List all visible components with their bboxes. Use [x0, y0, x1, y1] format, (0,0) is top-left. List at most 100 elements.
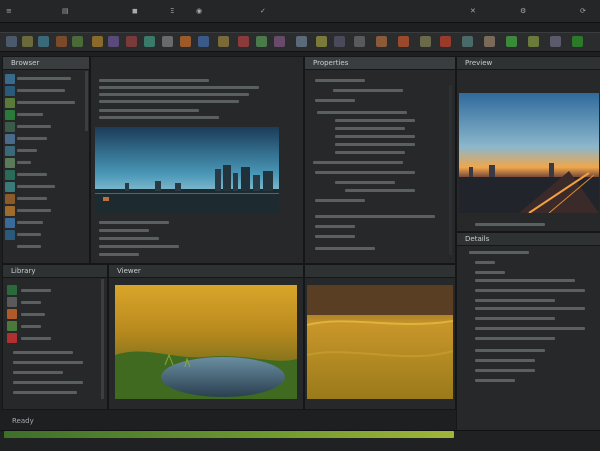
prop-line	[313, 161, 403, 164]
item-icon	[5, 122, 15, 132]
tool-icon[interactable]	[506, 36, 517, 47]
tool-icon[interactable]	[180, 36, 191, 47]
tool-icon[interactable]	[162, 36, 173, 47]
right-panel-header: Preview	[457, 57, 600, 70]
item-icon	[5, 98, 15, 108]
scrollbar[interactable]	[449, 85, 452, 255]
text-line	[99, 93, 249, 96]
menu-item-8[interactable]: ⚙	[520, 7, 526, 15]
list-item[interactable]	[13, 351, 73, 354]
tool-icon[interactable]	[354, 36, 365, 47]
item-icon	[5, 158, 15, 168]
scrollbar[interactable]	[101, 279, 104, 399]
tool-icon[interactable]	[550, 36, 561, 47]
detail-line	[475, 359, 535, 362]
list-item[interactable]	[17, 209, 51, 212]
menu-item-3[interactable]: ◼	[132, 7, 138, 15]
menu-item-2[interactable]: ▤	[62, 7, 69, 15]
prop-line	[345, 189, 415, 192]
detail-line	[475, 307, 585, 310]
text-line	[99, 237, 159, 240]
list-item[interactable]	[21, 313, 45, 316]
menu-item-9[interactable]: ⟳	[580, 7, 586, 15]
menu-item-6[interactable]: ✓	[260, 7, 266, 15]
text-line	[99, 109, 199, 112]
list-item[interactable]	[17, 245, 41, 248]
scrollbar[interactable]	[85, 71, 88, 131]
tool-icon[interactable]	[274, 36, 285, 47]
prop-line	[315, 235, 355, 238]
list-item[interactable]	[21, 337, 51, 340]
menu-item-4[interactable]: Ξ	[170, 7, 174, 15]
tool-icon[interactable]	[218, 36, 229, 47]
tool-icon[interactable]	[440, 36, 451, 47]
tool-icon[interactable]	[398, 36, 409, 47]
toolbar	[0, 32, 600, 52]
item-icon	[5, 86, 15, 96]
viewer-b-header	[305, 265, 455, 278]
tool-icon[interactable]	[38, 36, 49, 47]
tool-icon[interactable]	[108, 36, 119, 47]
tool-icon[interactable]	[198, 36, 209, 47]
tool-icon[interactable]	[126, 36, 137, 47]
middle-panel: Properties	[304, 56, 456, 264]
list-item[interactable]	[17, 113, 43, 116]
tool-icon[interactable]	[56, 36, 67, 47]
tool-icon[interactable]	[72, 36, 83, 47]
list-item[interactable]	[17, 185, 55, 188]
tool-icon[interactable]	[92, 36, 103, 47]
list-item[interactable]	[17, 89, 65, 92]
list-item[interactable]	[17, 221, 43, 224]
text-line	[99, 229, 149, 232]
list-item[interactable]	[17, 233, 41, 236]
list-item[interactable]	[17, 77, 71, 80]
detail-line	[475, 279, 575, 282]
detail-line	[475, 317, 555, 320]
left-panel: Browser	[2, 56, 90, 264]
list-item[interactable]	[21, 301, 41, 304]
left-panel-title: Browser	[11, 59, 40, 67]
list-item[interactable]	[17, 137, 47, 140]
menu-bar: ≡ ▤ ◼ Ξ ◉ ✓ ✕ ⚙ ⟳	[0, 0, 600, 23]
tool-icon[interactable]	[22, 36, 33, 47]
list-item[interactable]	[17, 149, 37, 152]
tool-icon[interactable]	[376, 36, 387, 47]
list-item[interactable]	[17, 173, 47, 176]
prop-line	[335, 151, 405, 154]
prop-line	[335, 119, 415, 122]
list-item[interactable]	[17, 101, 75, 104]
list-item[interactable]	[13, 381, 83, 384]
list-item[interactable]	[17, 161, 31, 164]
text-line	[99, 79, 209, 82]
tool-icon[interactable]	[484, 36, 495, 47]
tool-icon[interactable]	[572, 36, 583, 47]
list-item[interactable]	[21, 289, 51, 292]
menu-item-5[interactable]: ◉	[196, 7, 202, 15]
library-panel: Library	[2, 264, 108, 410]
tool-icon[interactable]	[256, 36, 267, 47]
menu-item-7[interactable]: ✕	[470, 7, 476, 15]
tool-icon[interactable]	[316, 36, 327, 47]
tool-icon[interactable]	[528, 36, 539, 47]
prop-line	[315, 247, 375, 250]
list-item[interactable]	[17, 197, 47, 200]
library-header: Library	[3, 265, 107, 278]
tool-icon[interactable]	[6, 36, 17, 47]
tool-icon[interactable]	[144, 36, 155, 47]
list-item[interactable]	[21, 325, 41, 328]
item-icon	[5, 74, 15, 84]
tool-icon[interactable]	[420, 36, 431, 47]
list-item[interactable]	[17, 125, 51, 128]
list-item[interactable]	[13, 391, 77, 394]
list-item[interactable]	[13, 371, 63, 374]
menu-item-1[interactable]: ≡	[6, 7, 12, 15]
tool-icon[interactable]	[462, 36, 473, 47]
list-item[interactable]	[13, 361, 83, 364]
tool-icon[interactable]	[238, 36, 249, 47]
tool-icon[interactable]	[334, 36, 345, 47]
detail-line	[475, 349, 545, 352]
prop-line	[335, 143, 415, 146]
item-icon	[7, 309, 17, 319]
right-panel-title: Preview	[465, 59, 493, 67]
tool-icon[interactable]	[296, 36, 307, 47]
